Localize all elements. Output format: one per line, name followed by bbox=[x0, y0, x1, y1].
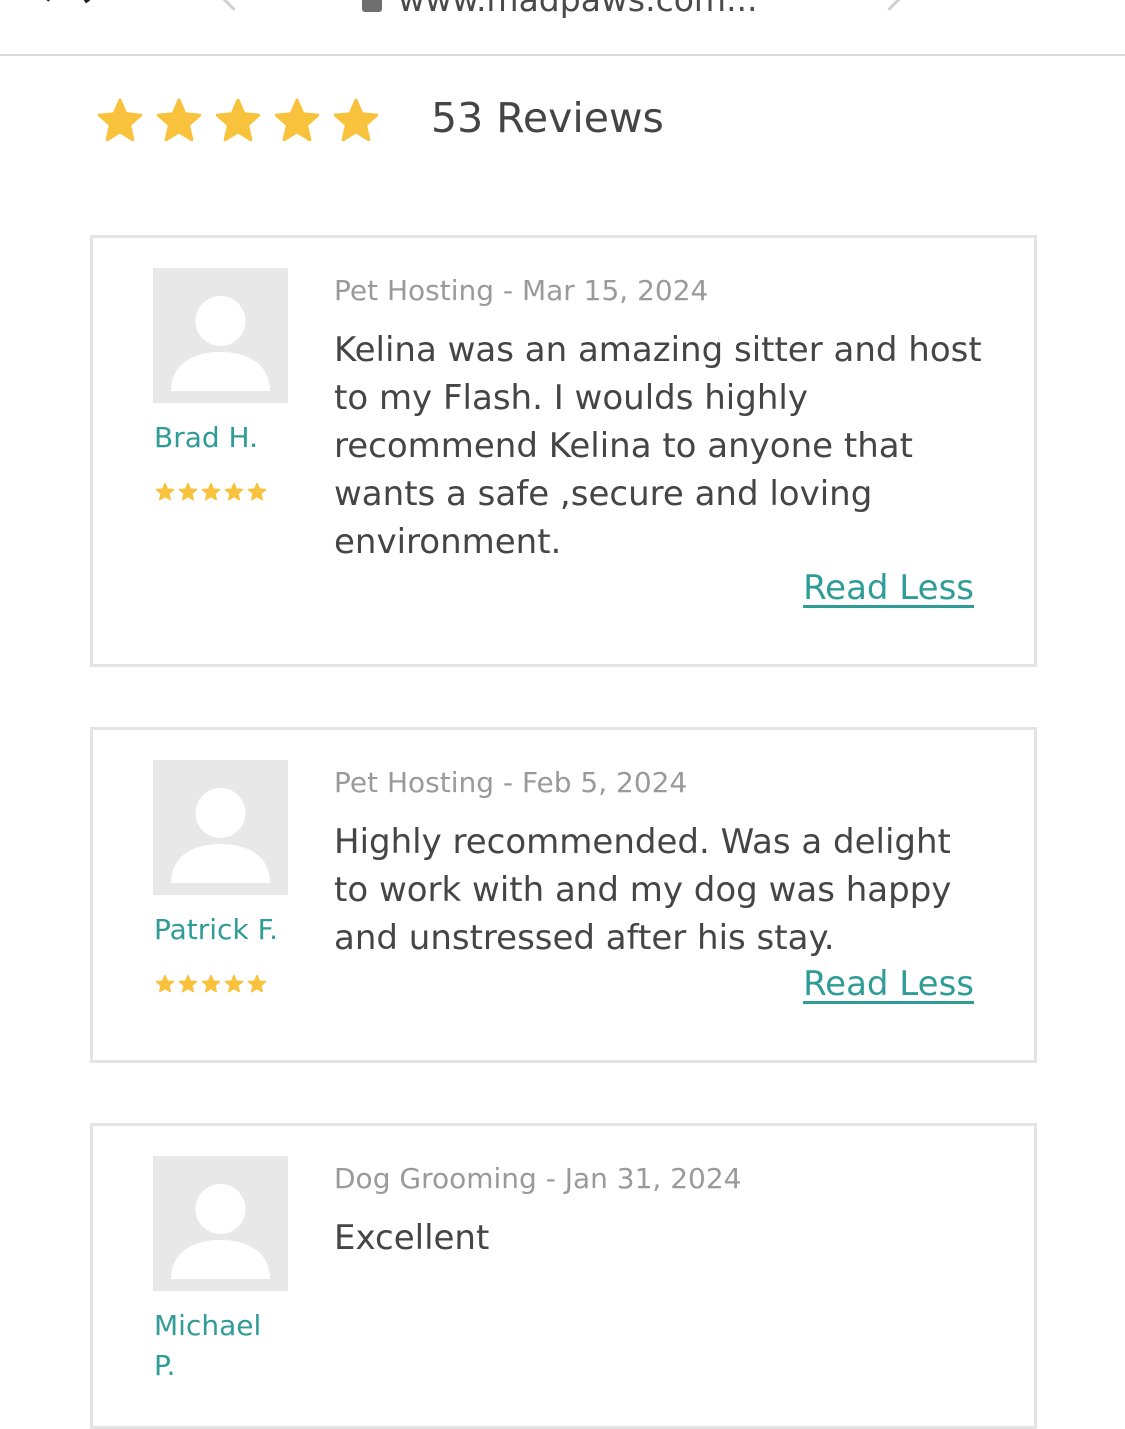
chevron-left-icon[interactable] bbox=[220, 0, 247, 11]
star-icon bbox=[224, 974, 244, 993]
star-icon bbox=[155, 482, 175, 501]
read-less-link[interactable]: Read Less bbox=[803, 568, 974, 608]
star-icon bbox=[333, 98, 379, 142]
review-card: Brad H. Pet Hosting - Mar 15, 2024 Kelin… bbox=[90, 235, 1037, 667]
avatar bbox=[153, 268, 288, 403]
review-card: Michael P. Dog Grooming - Jan 31, 2024 E… bbox=[90, 1123, 1037, 1429]
star-icon bbox=[156, 98, 202, 142]
star-icon bbox=[201, 974, 221, 993]
review-meta: Pet Hosting - Mar 15, 2024 bbox=[334, 274, 709, 307]
reviews-count: 53 Reviews bbox=[431, 94, 664, 142]
review-text: Highly recommended. Was a delight to wor… bbox=[334, 822, 952, 958]
review-meta: Dog Grooming - Jan 31, 2024 bbox=[334, 1162, 742, 1195]
review-text: Excellent bbox=[334, 1218, 490, 1258]
chevron-right-icon[interactable] bbox=[876, 0, 903, 11]
read-less-link[interactable]: Read Less bbox=[803, 964, 974, 1004]
reviewer-name[interactable]: Michael P. bbox=[154, 1306, 274, 1386]
review-rating-stars bbox=[155, 482, 267, 502]
star-icon bbox=[201, 482, 221, 501]
reviewer-name[interactable]: Brad H. bbox=[154, 418, 294, 458]
avatar bbox=[153, 1156, 288, 1291]
star-icon bbox=[247, 974, 267, 993]
avatar bbox=[153, 760, 288, 895]
star-icon bbox=[155, 974, 175, 993]
star-icon bbox=[224, 482, 244, 501]
person-placeholder-icon bbox=[171, 788, 270, 883]
person-placeholder-icon bbox=[171, 1184, 270, 1279]
tabs-icon[interactable] bbox=[40, 0, 100, 4]
star-icon bbox=[97, 98, 143, 142]
review-meta: Pet Hosting - Feb 5, 2024 bbox=[334, 766, 688, 799]
star-icon bbox=[215, 98, 261, 142]
star-icon bbox=[247, 482, 267, 501]
browser-url-bar[interactable]: www.madpaws.com... bbox=[0, 0, 1125, 56]
reviewer-name[interactable]: Patrick F. bbox=[154, 910, 294, 950]
lock-icon bbox=[362, 0, 382, 12]
star-icon bbox=[178, 482, 198, 501]
review-rating-stars bbox=[155, 974, 267, 994]
star-icon bbox=[178, 974, 198, 993]
url-text[interactable]: www.madpaws.com... bbox=[398, 0, 758, 19]
review-text: Kelina was an amazing sitter and host to… bbox=[334, 330, 982, 562]
review-card: Patrick F. Pet Hosting - Feb 5, 2024 Hig… bbox=[90, 727, 1037, 1063]
star-icon bbox=[274, 98, 320, 142]
summary-rating-stars bbox=[96, 97, 380, 145]
person-placeholder-icon bbox=[171, 296, 270, 391]
